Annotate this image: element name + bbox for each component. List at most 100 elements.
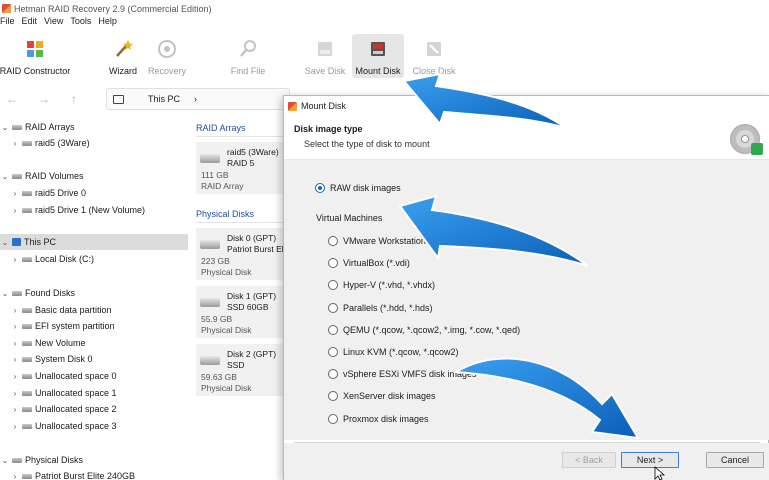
group-virtual-machines: Virtual Machines <box>316 213 383 223</box>
disk-icon <box>200 240 220 249</box>
dialog-heading: Disk image type <box>294 124 363 134</box>
chevron-right-icon[interactable]: › <box>10 339 20 348</box>
chevron-down-icon[interactable]: ⌄ <box>0 172 10 181</box>
disk-icon <box>12 457 22 463</box>
option-qemu[interactable]: QEMU (*.qcow, *.qcow2, *.img, *.cow, *.q… <box>328 325 520 335</box>
chevron-right-icon[interactable]: › <box>10 405 20 414</box>
menu-tools[interactable]: Tools <box>70 16 91 30</box>
radio-icon[interactable] <box>328 236 338 246</box>
tree-raid5-drive1[interactable]: › raid5 Drive 1 (New Volume) <box>10 202 145 218</box>
tree-raid-volumes[interactable]: ⌄ RAID Volumes <box>0 168 84 184</box>
tree-patriot[interactable]: › Patriot Burst Elite 240GB <box>10 468 135 480</box>
next-button[interactable]: Next > <box>621 452 679 468</box>
chevron-right-icon[interactable]: › <box>10 472 20 480</box>
back-arrow-icon[interactable]: ← <box>6 92 18 106</box>
tree-this-pc[interactable]: ⌄ This PC <box>0 234 188 250</box>
chevron-down-icon[interactable]: ⌄ <box>0 289 10 298</box>
menu-help[interactable]: Help <box>98 16 117 30</box>
option-raw[interactable]: RAW disk images <box>315 183 401 193</box>
chevron-right-icon[interactable]: › <box>10 139 20 148</box>
up-arrow-icon[interactable]: ↑ <box>71 92 77 106</box>
tree-new-volume[interactable]: › New Volume <box>10 335 86 351</box>
menu-file[interactable]: File <box>0 16 15 30</box>
breadcrumb-chevron-icon: › <box>194 94 198 104</box>
option-xenserver[interactable]: XenServer disk images <box>328 391 436 401</box>
menu-edit[interactable]: Edit <box>22 16 38 30</box>
tree-raid5-drive0[interactable]: › raid5 Drive 0 <box>10 185 86 201</box>
tree-unalloc2[interactable]: › Unallocated space 2 <box>10 401 117 417</box>
option-linux-kvm[interactable]: Linux KVM (*.qcow, *.qcow2) <box>328 347 459 357</box>
radio-icon[interactable] <box>328 258 338 268</box>
close-disk-button[interactable]: Close Disk <box>412 34 456 78</box>
chevron-right-icon[interactable]: › <box>10 255 20 264</box>
chevron-down-icon[interactable]: ⌄ <box>0 456 10 465</box>
tree-physical-disks[interactable]: ⌄ Physical Disks <box>0 452 83 468</box>
menu-bar: File Edit View Tools Help <box>0 16 117 30</box>
disk-card[interactable]: Disk 1 (GPT) SSD 60GB 55.9 GB Physical D… <box>196 286 288 338</box>
forward-arrow-icon[interactable]: → <box>38 92 50 106</box>
tree-raid-arrays[interactable]: ⌄ RAID Arrays <box>0 119 75 135</box>
option-parallels[interactable]: Parallels (*.hdd, *.hds) <box>328 303 433 313</box>
dialog-body: RAW disk images Virtual Machines VMware … <box>284 160 769 440</box>
radio-icon[interactable] <box>328 325 338 335</box>
chevron-right-icon[interactable]: › <box>10 389 20 398</box>
tree-unalloc3[interactable]: › Unallocated space 3 <box>10 418 117 434</box>
section-raid-arrays: RAID Arrays <box>196 123 246 133</box>
section-physical-disks: Physical Disks <box>196 209 255 219</box>
disk-card[interactable]: Disk 2 (GPT) SSD 59.63 GB Physical Disk <box>196 344 288 396</box>
recovery-button[interactable]: Recovery <box>148 34 186 78</box>
divider <box>196 136 288 137</box>
chevron-right-icon[interactable]: › <box>10 355 20 364</box>
option-vmware[interactable]: VMware Workstation / V <box>328 236 439 246</box>
breadcrumb-this-pc[interactable]: This PC <box>148 94 180 104</box>
disk-icon <box>12 173 22 179</box>
save-disk-button[interactable]: Save Disk <box>305 34 345 78</box>
radio-selected-icon[interactable] <box>315 183 325 193</box>
radio-icon[interactable] <box>328 391 338 401</box>
dialog-footer: < Back Next > Cancel <box>284 443 769 480</box>
chevron-right-icon[interactable]: › <box>10 306 20 315</box>
radio-icon[interactable] <box>328 414 338 424</box>
tree-found-disks[interactable]: ⌄ Found Disks <box>0 285 75 301</box>
option-hyperv[interactable]: Hyper-V (*.vhd, *.vhdx) <box>328 280 435 290</box>
cancel-button[interactable]: Cancel <box>706 452 764 468</box>
raid-constructor-button[interactable]: RAID Constructor <box>0 34 70 78</box>
mount-disk-button[interactable]: Mount Disk <box>352 34 404 78</box>
tree-unalloc1[interactable]: › Unallocated space 1 <box>10 385 117 401</box>
radio-icon[interactable] <box>328 347 338 357</box>
find-file-icon <box>237 38 259 60</box>
chevron-right-icon[interactable]: › <box>10 322 20 331</box>
cd-disk-icon <box>730 124 763 155</box>
chevron-down-icon[interactable]: ⌄ <box>0 238 10 247</box>
disk-icon <box>22 473 32 479</box>
disk-card[interactable]: raid5 (3Ware) RAID 5 111 GB RAID Array <box>196 142 288 194</box>
tree-basic-data[interactable]: › Basic data partition <box>10 302 112 318</box>
option-vsphere[interactable]: vSphere ESXi VMFS disk images <box>328 369 477 379</box>
radio-icon[interactable] <box>328 303 338 313</box>
tree-unalloc0[interactable]: › Unallocated space 0 <box>10 368 117 384</box>
option-virtualbox[interactable]: VirtualBox (*.vdi) <box>328 258 410 268</box>
dialog-header: Disk image type Select the type of disk … <box>284 116 769 160</box>
radio-icon[interactable] <box>328 369 338 379</box>
disk-icon <box>22 307 32 313</box>
wizard-button[interactable]: Wizard <box>106 34 140 78</box>
find-file-button[interactable]: Find File <box>229 34 267 78</box>
chevron-right-icon[interactable]: › <box>10 189 20 198</box>
address-bar[interactable]: This PC › <box>106 88 290 110</box>
tree-efi[interactable]: › EFI system partition <box>10 318 115 334</box>
radio-icon[interactable] <box>328 280 338 290</box>
chevron-right-icon[interactable]: › <box>10 206 20 215</box>
chevron-down-icon[interactable]: ⌄ <box>0 123 10 132</box>
option-proxmox[interactable]: Proxmox disk images <box>328 414 429 424</box>
chevron-right-icon[interactable]: › <box>10 422 20 431</box>
menu-view[interactable]: View <box>44 16 63 30</box>
save-disk-icon <box>314 38 336 60</box>
tree-system-disk0[interactable]: › System Disk 0 <box>10 351 93 367</box>
tree-local-disk[interactable]: › Local Disk (C:) <box>10 251 94 267</box>
back-button[interactable]: < Back <box>562 452 616 468</box>
disk-icon <box>22 323 32 329</box>
content-panel: RAID Arrays raid5 (3Ware) RAID 5 111 GB … <box>188 115 288 480</box>
tree-raid5-3ware[interactable]: › raid5 (3Ware) <box>10 135 90 151</box>
chevron-right-icon[interactable]: › <box>10 372 20 381</box>
disk-card[interactable]: Disk 0 (GPT) Patriot Burst Elite 223 GB … <box>196 228 288 280</box>
